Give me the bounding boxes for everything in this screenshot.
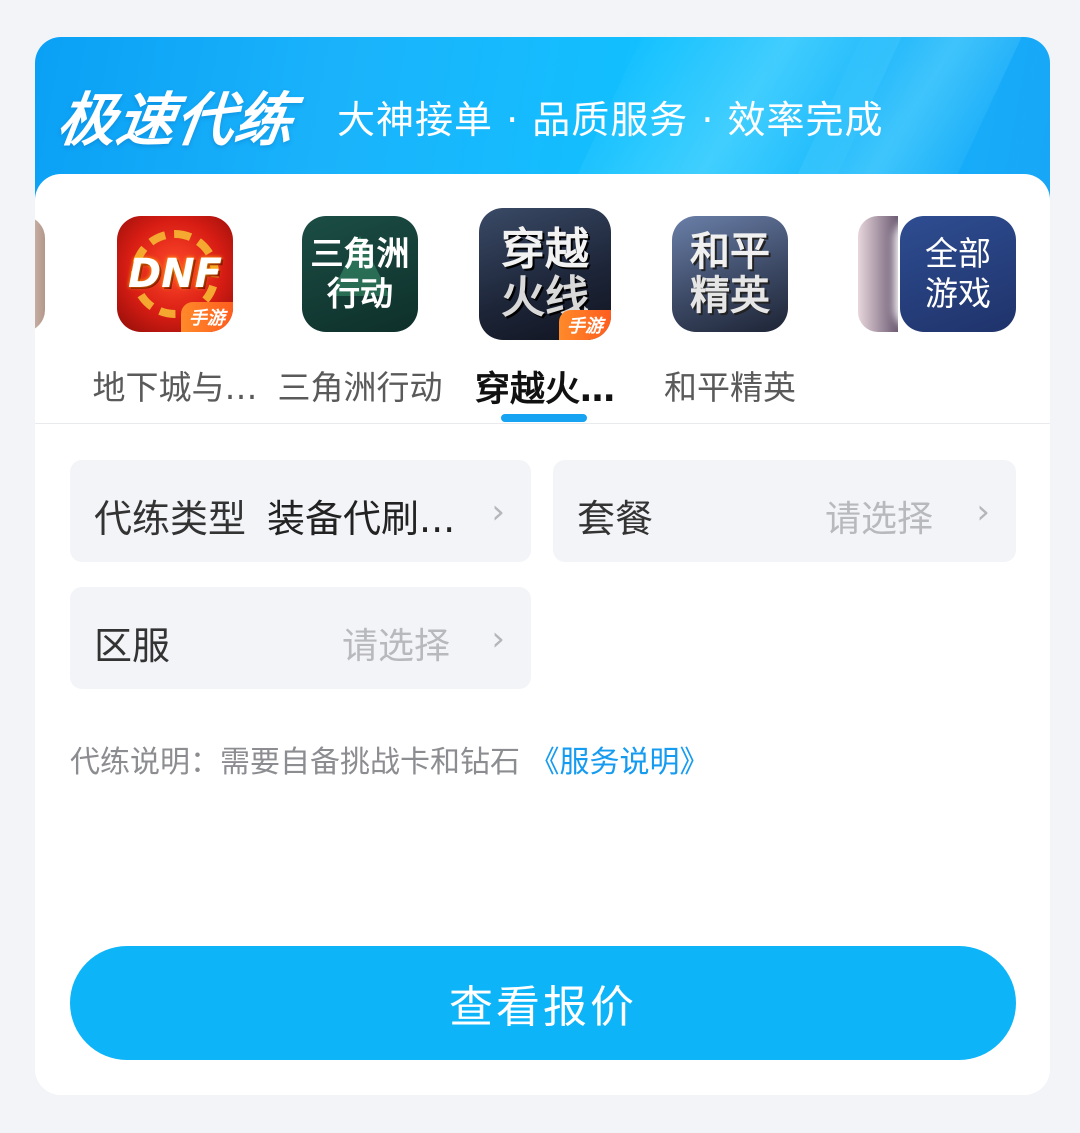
package-label: 套餐 (577, 497, 654, 541)
server-select[interactable]: 区服 请选择 › (70, 587, 531, 689)
chevron-right-icon: › (491, 619, 505, 659)
package-select[interactable]: 套餐 请选择 › (553, 460, 1016, 562)
service-note: 代练说明：需要自备挑战卡和钻石 《服务说明》 (70, 737, 710, 781)
peace-elite-icon: 和平 精英 (672, 216, 788, 332)
game-tab-peace-elite[interactable]: 和平 精英 和平精英 (640, 216, 820, 424)
game-tab-crossfire[interactable]: 穿越 火线 手游 穿越火… (455, 208, 635, 424)
banner-subtitle: 大神接单 · 品质服务 · 效率完成 (337, 98, 884, 142)
game-label: 三角洲行动 (277, 368, 443, 407)
boosting-card: 极速代练 大神接单 · 品质服务 · 效率完成 DNF 手游 地下城与… 三角洲… (35, 37, 1050, 1095)
game-label: 和平精英 (664, 368, 796, 407)
dnf-icon: DNF 手游 (117, 216, 233, 332)
main-panel: DNF 手游 地下城与… 三角洲 行动 三角洲行动 穿越 火线 手游 穿越火… … (35, 174, 1050, 1095)
chevron-right-icon: › (976, 492, 990, 532)
crossfire-icon: 穿越 火线 手游 (479, 208, 611, 340)
package-placeholder: 请选择 (825, 499, 934, 540)
game-tab-delta-force[interactable]: 三角洲 行动 三角洲行动 (270, 216, 450, 424)
boost-type-value: 装备代刷... (267, 497, 456, 541)
divider (35, 423, 1050, 424)
chevron-right-icon: › (491, 492, 505, 532)
boost-type-label: 代练类型 (94, 497, 247, 541)
boost-type-select[interactable]: 代练类型 装备代刷... › (70, 460, 531, 562)
game-thumb-partial-left[interactable] (35, 216, 45, 332)
active-tab-indicator (501, 414, 587, 422)
game-label: 穿越火… (474, 370, 615, 410)
note-text: 代练说明：需要自备挑战卡和钻石 (70, 745, 520, 780)
all-games-button[interactable]: 全部 游戏 (900, 216, 1016, 332)
game-tabs: DNF 手游 地下城与… 三角洲 行动 三角洲行动 穿越 火线 手游 穿越火… … (35, 174, 1050, 424)
server-placeholder: 请选择 (342, 626, 451, 667)
game-tab-dnf[interactable]: DNF 手游 地下城与… (85, 216, 265, 424)
game-thumb-partial-right[interactable] (858, 216, 898, 332)
game-label: 地下城与… (92, 368, 258, 407)
delta-force-icon: 三角洲 行动 (302, 216, 418, 332)
banner-title: 极速代练 (53, 86, 300, 154)
service-terms-link[interactable]: 《服务说明》 (530, 745, 710, 780)
view-quote-button[interactable]: 查看报价 (70, 946, 1016, 1060)
server-label: 区服 (94, 624, 171, 668)
